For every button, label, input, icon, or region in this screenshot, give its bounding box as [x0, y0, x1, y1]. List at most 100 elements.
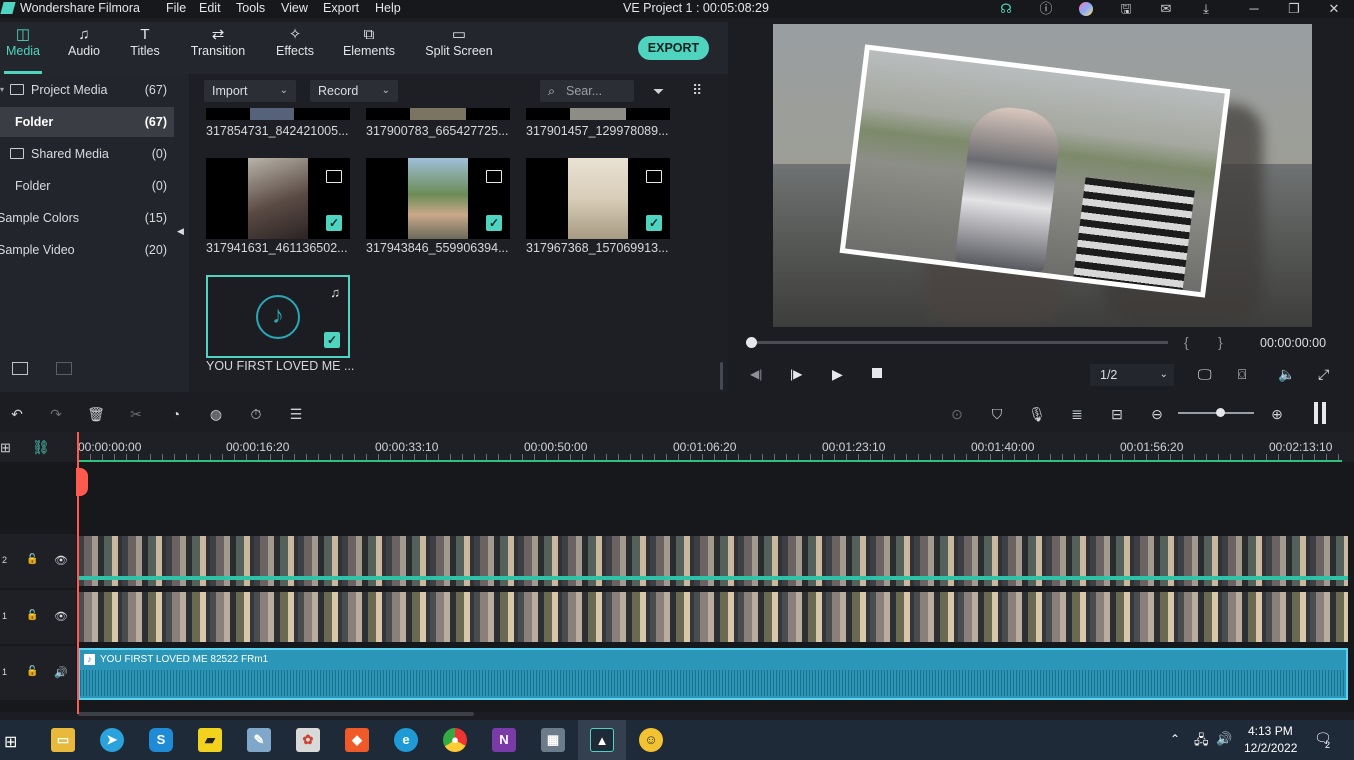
tab-transition[interactable]: ⇄ Transition [186, 22, 250, 74]
playhead[interactable] [77, 432, 79, 714]
zoom-out-icon[interactable]: ⊖ [1148, 405, 1166, 423]
video-track-2[interactable] [78, 536, 1348, 586]
lock-icon[interactable]: 🔓 [26, 554, 38, 565]
onenote-icon[interactable]: N [492, 728, 516, 752]
menu-export[interactable]: Export [323, 1, 359, 15]
eye-icon[interactable]: 👁 [54, 610, 68, 623]
preview-quality-dropdown[interactable]: 1/2 ⌄ [1090, 364, 1174, 386]
sidebar-item-folder[interactable]: Folder (67) [0, 107, 174, 137]
menu-help[interactable]: Help [375, 1, 401, 15]
filmora-taskbar-icon[interactable]: ▲ [590, 728, 614, 752]
calculator-icon[interactable]: ▦ [541, 728, 565, 752]
add-track-icon[interactable]: ⊞ [0, 440, 11, 456]
tab-media[interactable]: ◫ Media [2, 22, 44, 74]
telegram-icon[interactable]: ➤ [100, 728, 124, 752]
marker-icon[interactable]: ⛉ [988, 405, 1006, 423]
volume-icon[interactable]: 🔈 [1278, 366, 1295, 383]
download-icon[interactable]: ⤓ [1196, 0, 1216, 18]
lock-icon[interactable]: 🔓 [26, 666, 38, 677]
duration-icon[interactable]: ⏱ [247, 405, 265, 423]
media-thumb-6[interactable]: ✓ [526, 158, 670, 239]
media-thumb-2[interactable] [366, 108, 510, 120]
paint-icon[interactable]: ✿ [296, 728, 320, 752]
adjust-icon[interactable]: ☰ [287, 405, 305, 423]
color-icon[interactable]: ◍ [207, 405, 225, 423]
sidebar-item-project-media[interactable]: ▾ Project Media (67) [0, 75, 174, 105]
mark-out-icon[interactable]: } [1218, 334, 1223, 350]
media-thumb-5[interactable]: ✓ [366, 158, 510, 239]
pause-bar-icon[interactable] [1314, 402, 1318, 424]
record-dropdown[interactable]: Record ⌄ [310, 80, 398, 102]
skype-icon[interactable]: S [149, 728, 173, 752]
preview-scrubber[interactable] [746, 337, 757, 348]
filter-icon[interactable]: ⏷ [653, 83, 664, 100]
delete-icon[interactable]: 🗑 [87, 405, 105, 423]
headset-icon[interactable]: ☊ [996, 0, 1016, 18]
fullscreen-icon[interactable]: ⤢ [1318, 366, 1329, 383]
sticky-notes-icon[interactable]: ▰ [198, 728, 222, 752]
audio-clip[interactable]: ♪ YOU FIRST LOVED ME 82522 FRm1 [78, 648, 1348, 700]
save-icon[interactable]: 🖫 [1116, 0, 1136, 18]
media-thumb-1[interactable] [206, 108, 350, 120]
sidebar-item-sample-colors[interactable]: Sample Colors (15) [0, 203, 174, 233]
voiceover-icon[interactable]: ≣ [1068, 405, 1086, 423]
next-frame-icon[interactable]: |▶ [790, 367, 802, 381]
media-scrollbar[interactable] [720, 362, 723, 390]
link-icon[interactable]: ⛓ [32, 439, 50, 456]
clock-time[interactable]: 4:13 PM [1248, 724, 1293, 738]
chrome-icon[interactable]: ● [443, 728, 467, 752]
microphone-icon[interactable]: 🎙 [1028, 405, 1046, 423]
minimize-icon[interactable]: ─ [1244, 0, 1264, 18]
zoom-in-icon[interactable]: ⊕ [1268, 405, 1286, 423]
media-thumb-4[interactable]: ✓ [206, 158, 350, 239]
sidebar-item-shared-media[interactable]: Shared Media (0) [0, 139, 174, 169]
search-input[interactable]: ⌕ Sear... [540, 80, 634, 102]
timeline-ruler[interactable]: ⊞ ⛓ 00:00:00:00 00:00:16:20 00:00:33:10 … [0, 432, 1354, 462]
app-mascot-icon[interactable]: ☺ [639, 728, 663, 752]
tab-split-screen[interactable]: ▭ Split Screen [420, 22, 498, 74]
eye-icon[interactable]: 👁 [54, 554, 68, 567]
close-icon[interactable]: ✕ [1324, 0, 1344, 18]
menu-edit[interactable]: Edit [199, 1, 221, 15]
import-dropdown[interactable]: Import ⌄ [204, 80, 296, 102]
video-track-1[interactable] [78, 592, 1348, 642]
play-icon[interactable]: ▶ [832, 366, 843, 383]
undo-icon[interactable]: ↶ [8, 405, 26, 423]
sidebar-item-sample-video[interactable]: Sample Video (20) [0, 235, 174, 265]
mail-icon[interactable]: ✉ [1156, 0, 1176, 18]
speed-icon[interactable]: ◔ [167, 405, 185, 423]
account-icon[interactable] [1076, 0, 1096, 18]
display-icon[interactable]: 🖵 [1198, 366, 1212, 383]
notepad-icon[interactable]: ✎ [247, 728, 271, 752]
media-audio-item[interactable]: ♪ ♫ ✓ [206, 275, 350, 358]
fit-icon[interactable]: ⊟ [1108, 405, 1126, 423]
network-icon[interactable]: 🖧 [1194, 731, 1209, 753]
grid-view-icon[interactable]: ⠿ [692, 82, 702, 99]
timeline-scrollbar[interactable] [78, 712, 474, 716]
zoom-handle[interactable] [1216, 408, 1225, 417]
menu-file[interactable]: File [166, 1, 186, 15]
menu-view[interactable]: View [281, 1, 308, 15]
new-folder-icon[interactable] [12, 362, 28, 375]
mark-in-icon[interactable]: { [1184, 334, 1189, 350]
stop-icon[interactable] [872, 368, 882, 378]
tab-audio[interactable]: ♫ Audio [64, 22, 104, 74]
info-icon[interactable]: ⓘ [1036, 0, 1056, 18]
volume-tray-icon[interactable]: 🔊 [1216, 731, 1232, 747]
preview-progress-track[interactable] [748, 341, 1168, 344]
clock-date[interactable]: 12/2/2022 [1244, 741, 1297, 755]
prev-frame-icon[interactable]: ◀| [750, 367, 762, 381]
tab-titles[interactable]: T Titles [126, 22, 164, 74]
sidebar-item-shared-folder[interactable]: Folder (0) [0, 171, 174, 201]
media-thumb-3[interactable] [526, 108, 670, 120]
tab-effects[interactable]: ✧ Effects [272, 22, 318, 74]
snapshot-icon[interactable]: ⌼ [1238, 366, 1246, 383]
export-button[interactable]: EXPORT [638, 36, 709, 60]
chevron-up-icon[interactable]: ⌃ [1170, 732, 1180, 746]
lock-icon[interactable]: 🔓 [26, 610, 38, 621]
windows-start-icon[interactable]: ⊞ [4, 732, 17, 752]
file-explorer-icon[interactable]: ▭ [51, 728, 75, 752]
tab-elements[interactable]: ⧉ Elements [340, 22, 398, 74]
restore-icon[interactable]: ❐ [1284, 0, 1304, 18]
edge-icon[interactable]: e [394, 728, 418, 752]
